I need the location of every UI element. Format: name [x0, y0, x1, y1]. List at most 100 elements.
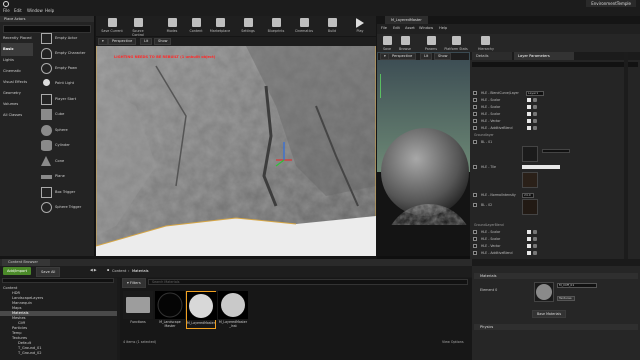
- tree-item[interactable]: Temp: [12, 331, 22, 335]
- textures-dropdown[interactable]: Textures: [557, 296, 575, 301]
- place-actors-tab[interactable]: Place Actors: [0, 16, 94, 22]
- enable-checkbox[interactable]: [527, 251, 531, 255]
- materials-section-header[interactable]: Materials: [474, 273, 638, 279]
- view-options-button[interactable]: View Options: [442, 340, 464, 344]
- modes-button[interactable]: Modes: [160, 16, 184, 36]
- layer-parameters-tab[interactable]: Layer Parameters: [514, 52, 574, 60]
- enable-checkbox[interactable]: [527, 126, 531, 130]
- asset-tile[interactable]: Functions: [123, 291, 153, 329]
- param-checkbox[interactable]: [473, 119, 477, 123]
- reset-arrow-icon[interactable]: [533, 119, 537, 123]
- blueprints-button[interactable]: Blueprints: [264, 16, 288, 36]
- reset-arrow-icon[interactable]: [533, 98, 537, 102]
- cinematics-button[interactable]: Cinematics: [292, 16, 316, 36]
- param-checkbox[interactable]: [473, 165, 477, 169]
- place-item[interactable]: Empty Actor: [36, 31, 94, 46]
- tree-item[interactable]: Content: [3, 286, 17, 290]
- category-all-classes[interactable]: All Classes: [1, 109, 33, 122]
- path-materials[interactable]: Materials: [132, 269, 148, 273]
- param-checkbox[interactable]: [473, 230, 477, 234]
- me-menu-asset[interactable]: Asset: [405, 26, 415, 30]
- tree-item[interactable]: HDR: [12, 291, 20, 295]
- intensity-value[interactable]: 24.0: [522, 193, 534, 198]
- param-row[interactable]: BL - 01: [470, 139, 640, 146]
- material-editor-tab[interactable]: M_LayeredMaster: [385, 16, 428, 24]
- place-item[interactable]: Player Start: [36, 92, 94, 107]
- texture-dropdown[interactable]: [542, 149, 570, 153]
- param-checkbox[interactable]: [473, 237, 477, 241]
- param-checkbox[interactable]: [473, 112, 477, 116]
- me-hierarchy-button[interactable]: Hierarchy: [473, 34, 499, 54]
- param-checkbox[interactable]: [473, 98, 477, 102]
- menu-edit[interactable]: Edit: [14, 8, 22, 13]
- details-tab[interactable]: Details: [472, 52, 512, 60]
- param-row[interactable]: HLE - AdditiveBlend: [470, 250, 640, 257]
- add-import-button[interactable]: Add/Import: [3, 267, 32, 275]
- group-header[interactable]: GroundLayerBlend: [470, 222, 640, 229]
- place-item[interactable]: Empty Pawn: [36, 61, 94, 76]
- tree-item[interactable]: T_Ground_02: [18, 351, 42, 355]
- reset-arrow-icon[interactable]: [533, 105, 537, 109]
- place-item[interactable]: Empty Character: [36, 46, 94, 61]
- reset-arrow-icon[interactable]: [533, 237, 537, 241]
- tree-item[interactable]: Textures: [12, 336, 27, 340]
- param-row[interactable]: BL - 02: [470, 202, 640, 209]
- menu-help[interactable]: Help: [45, 8, 54, 13]
- me-platform-stats-button[interactable]: Platform Stats: [441, 34, 471, 54]
- param-row[interactable]: HLE - AdditiveBlend: [470, 125, 640, 132]
- path-content[interactable]: Content: [112, 269, 126, 273]
- param-row[interactable]: HLE - Scalar: [470, 111, 640, 118]
- texture-thumbnail[interactable]: [522, 146, 538, 162]
- asset-tile[interactable]: M_LayeredMaster _Inst: [218, 291, 248, 329]
- place-item[interactable]: Cube: [36, 107, 94, 122]
- marketplace-button[interactable]: Marketplace: [208, 16, 232, 36]
- enable-checkbox[interactable]: [527, 112, 531, 116]
- place-item[interactable]: Plane: [36, 169, 94, 184]
- enable-checkbox[interactable]: [527, 119, 531, 123]
- preview-lit-button[interactable]: Lit: [420, 53, 433, 60]
- viewport-menu-button[interactable]: ▾: [98, 38, 108, 45]
- me-save-button[interactable]: Save: [377, 34, 397, 54]
- reset-arrow-icon[interactable]: [533, 112, 537, 116]
- enable-checkbox[interactable]: [527, 237, 531, 241]
- tree-item[interactable]: Maps: [12, 306, 21, 310]
- content-browser-tab[interactable]: Content Browser: [2, 259, 50, 266]
- param-checkbox[interactable]: [473, 193, 477, 197]
- reset-arrow-icon[interactable]: [533, 244, 537, 248]
- enable-checkbox[interactable]: [527, 230, 531, 234]
- tree-item[interactable]: LandscapeLayers: [12, 296, 43, 300]
- enable-checkbox[interactable]: [527, 98, 531, 102]
- preview-perspective-button[interactable]: Perspective: [388, 53, 417, 60]
- param-row[interactable]: HLE - Scalar: [470, 236, 640, 243]
- lit-button[interactable]: Lit: [140, 38, 153, 45]
- tree-item-selected[interactable]: Materials: [12, 311, 28, 315]
- nav-arrows[interactable]: ◀ ▶: [90, 268, 97, 272]
- asset-search-input[interactable]: Search Materials: [148, 279, 468, 285]
- place-item[interactable]: Cone: [36, 154, 94, 169]
- place-item[interactable]: Sphere Trigger: [36, 200, 94, 215]
- tree-item[interactable]: Particles: [12, 326, 27, 330]
- level-viewport[interactable]: LIGHTING NEEDS TO BE REBUILT (1 unbuilt …: [96, 46, 376, 256]
- tree-item[interactable]: T_Ground_01: [18, 346, 42, 350]
- tree-item[interactable]: Cliff: [18, 321, 25, 325]
- asset-tile-selected[interactable]: M_LayeredMaster: [186, 291, 217, 329]
- preview-show-button[interactable]: Show: [434, 53, 452, 60]
- me-menu-edit[interactable]: Edit: [393, 26, 400, 30]
- save-button[interactable]: Save Current: [100, 16, 124, 36]
- asset-tile[interactable]: M_Landscape Master: [155, 291, 185, 329]
- folder-search-input[interactable]: [2, 278, 114, 283]
- me-menu-help[interactable]: Help: [439, 26, 447, 30]
- enable-checkbox[interactable]: [527, 244, 531, 248]
- param-checkbox[interactable]: [473, 140, 477, 144]
- texture-thumbnail[interactable]: [522, 199, 538, 215]
- menu-window[interactable]: Window: [27, 8, 43, 13]
- place-item[interactable]: Sphere: [36, 123, 94, 138]
- param-checkbox[interactable]: [473, 251, 477, 255]
- me-params-button[interactable]: Params: [421, 34, 441, 54]
- place-item[interactable]: Point Light: [36, 76, 94, 91]
- settings-button[interactable]: Settings: [236, 16, 260, 36]
- place-item[interactable]: Cylinder: [36, 138, 94, 153]
- me-menu-file[interactable]: File: [381, 26, 387, 30]
- filters-button[interactable]: ▾ Filters: [122, 278, 146, 288]
- material-preview-viewport[interactable]: ▾ Perspective Lit Show: [377, 52, 470, 272]
